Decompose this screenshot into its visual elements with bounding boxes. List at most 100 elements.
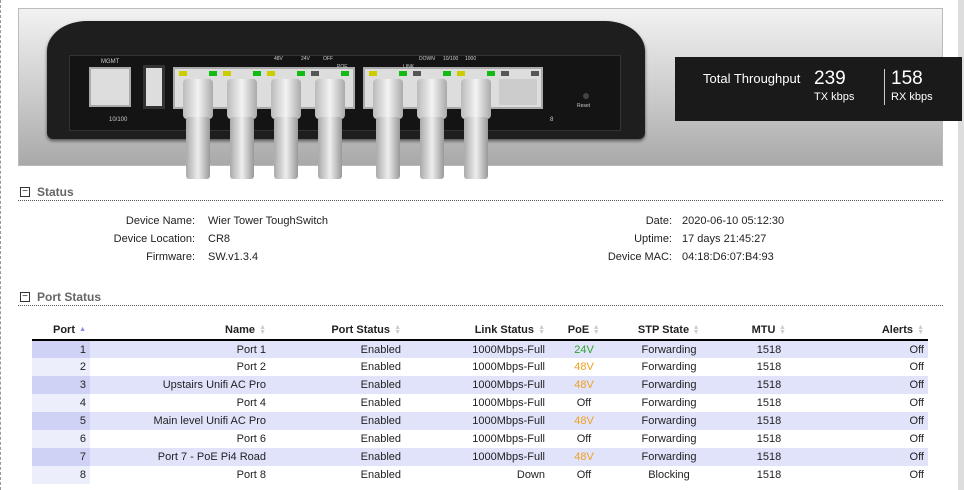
sort-ascending-icon[interactable]: ▲ [78, 326, 86, 333]
mgmt-port [89, 67, 131, 107]
device-panel: MGMT 10/100 Reset 8 48V 24V OFF POE LINK DOWN 10/1… [18, 8, 962, 179]
device-label: MGMT [101, 59, 120, 65]
cell-alerts: Off [819, 340, 928, 358]
cell-stp-state: Blocking [648, 469, 690, 481]
column-header-alerts[interactable]: Alerts ▲ ▼ [819, 320, 928, 341]
cell-stp-state: Forwarding [641, 361, 697, 373]
poe-led [413, 71, 421, 76]
sort-icon[interactable]: ▲ ▼ [592, 324, 600, 336]
cell-mtu: 1518 [756, 361, 782, 373]
cell-alerts: Off [819, 412, 928, 430]
sort-icon[interactable]: ▲ ▼ [778, 324, 786, 336]
link-led [487, 71, 495, 76]
poe-led [457, 71, 465, 76]
port-status-section-header[interactable]: − Port Status [18, 290, 943, 306]
cell-port-status: Enabled [360, 433, 401, 445]
ethernet-cable [464, 117, 488, 179]
ethernet-cable [186, 117, 210, 179]
sort-icon[interactable]: ▲ ▼ [916, 324, 924, 336]
status-value: 2020-06-10 05:12:30 [682, 215, 785, 227]
cell-mtu: 1518 [756, 397, 782, 409]
sort-icon[interactable]: ▲ ▼ [537, 324, 545, 336]
divider [884, 69, 885, 105]
ethernet-plug [227, 79, 257, 119]
cell-mtu: 1518 [719, 448, 819, 466]
status-label: Device Location: [113, 233, 195, 245]
cell-poe: Off [576, 397, 592, 409]
table-row[interactable]: 5 Main level Unifi AC Pro Enabled 1000Mbps-… [32, 412, 928, 430]
cell-alerts: Off [909, 469, 924, 481]
cell-port-status: Enabled [270, 448, 405, 466]
cell-port-status: Enabled [270, 412, 405, 430]
tx-value: 239 [814, 68, 846, 89]
link-led [341, 71, 349, 76]
cell-port-status: Enabled [270, 376, 405, 394]
status-label: Uptime: [634, 233, 672, 245]
column-header-port[interactable]: Port ▲ [32, 320, 90, 341]
column-label: PoE [567, 323, 590, 336]
cell-alerts: Off [819, 448, 928, 466]
cell-stp-state: Forwarding [619, 340, 719, 358]
column-label: Link Status [474, 323, 534, 336]
device-label: 24V [301, 56, 310, 62]
cell-mtu: 1518 [756, 469, 782, 481]
poe-led [179, 71, 187, 76]
cell-port: 4 [32, 394, 90, 412]
cell-link-status: 1000Mbps-Full [405, 376, 549, 394]
column-header-port-status[interactable]: Port Status ▲ ▼ [270, 320, 405, 341]
status-value: 17 days 21:45:27 [682, 233, 767, 245]
cell-poe: 24V [549, 340, 619, 358]
column-header-stp-state[interactable]: STP State ▲ ▼ [619, 320, 719, 341]
cell-alerts: Off [909, 361, 924, 373]
table-row[interactable]: 4 Port 4 Enabled 1000Mbps-Full Off Forwarding… [32, 394, 928, 412]
column-header-name[interactable]: Name ▲ ▼ [90, 320, 270, 341]
cell-name: Upstairs Unifi AC Pro [90, 376, 270, 394]
status-value: SW.v1.3.4 [208, 251, 259, 263]
column-header-poe[interactable]: PoE ▲ ▼ [549, 320, 619, 341]
table-row[interactable]: 3 Upstairs Unifi AC Pro Enabled 1000Mbps-Fu… [32, 376, 928, 394]
cell-name: Port 4 [236, 397, 266, 409]
device-label: POE [337, 64, 348, 70]
sort-icon[interactable]: ▲ ▼ [258, 324, 266, 336]
sort-icon[interactable]: ▲ ▼ [393, 324, 401, 336]
link-led [443, 71, 451, 76]
cell-mtu: 1518 [719, 340, 819, 358]
link-led [531, 71, 539, 76]
link-led [297, 71, 305, 76]
table-row[interactable]: 7 Port 7 - PoE Pi4 Road Enabled 1000Mbps-Fu… [32, 448, 928, 466]
cell-name: Main level Unifi AC Pro [90, 412, 270, 430]
status-label: Device Name: [125, 215, 195, 227]
column-header-mtu[interactable]: MTU ▲ ▼ [719, 320, 819, 341]
cell-link-status: 1000Mbps-Full [472, 397, 545, 409]
ethernet-cable [230, 117, 254, 179]
device-label: OFF [323, 56, 333, 62]
reset-button[interactable] [583, 93, 589, 99]
device-label: 8 [550, 117, 554, 123]
column-label: Port [53, 323, 75, 336]
collapse-icon[interactable]: − [20, 292, 30, 302]
link-led [399, 71, 407, 76]
page-border [0, 0, 2, 490]
cell-name: Port 2 [236, 361, 266, 373]
ethernet-cable [274, 117, 298, 179]
status-label: Firmware: [146, 251, 195, 263]
sort-icon[interactable]: ▲ ▼ [692, 324, 700, 336]
ethernet-plug [315, 79, 345, 119]
usb-port [143, 65, 165, 109]
status-section-header[interactable]: − Status [18, 185, 943, 201]
section-title: Port Status [37, 290, 102, 304]
collapse-icon[interactable]: − [20, 187, 30, 197]
column-header-link-status[interactable]: Link Status ▲ ▼ [405, 320, 549, 341]
switch-image: MGMT 10/100 Reset 8 48V 24V OFF POE LINK DOWN 10/1… [47, 21, 645, 179]
ethernet-plug [271, 79, 301, 119]
cell-mtu: 1518 [756, 433, 782, 445]
cell-poe: 48V [549, 376, 619, 394]
table-row[interactable]: 8 Port 8 Enabled Down Off Blocking 1518 Off [32, 466, 928, 484]
ethernet-cable [318, 117, 342, 179]
table-row[interactable]: 2 Port 2 Enabled 1000Mbps-Full 48V Forwarding… [32, 358, 928, 376]
status-value: 04:18:D6:07:B4:93 [682, 251, 774, 263]
cell-port: 1 [32, 340, 90, 358]
table-row[interactable]: 6 Port 6 Enabled 1000Mbps-Full Off Forwarding… [32, 430, 928, 448]
table-row[interactable]: 1 Port 1 Enabled 1000Mbps-Full 24V Forwarding… [32, 340, 928, 358]
cell-name: Port 1 [90, 340, 270, 358]
